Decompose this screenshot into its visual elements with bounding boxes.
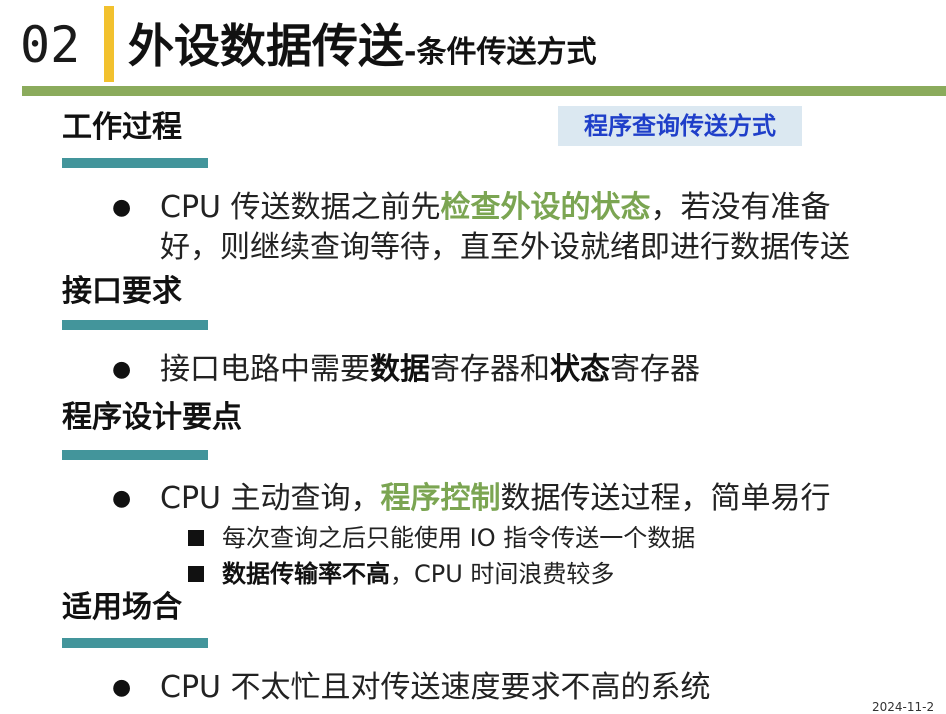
heading-underline — [62, 638, 208, 648]
text-span: CPU 传送数据之前先 — [160, 190, 441, 225]
heading-underline — [62, 158, 208, 168]
bullet-text: CPU 不太忙且对传送速度要求不高的系统 — [160, 670, 711, 705]
header-rule — [22, 86, 946, 96]
bullet-dot: ● — [112, 486, 132, 511]
heading-program-design: 程序设计要点 — [62, 400, 242, 435]
page-title: 外设数据传送-条件传送方式 — [128, 6, 596, 86]
bullet-dot: ● — [112, 357, 132, 382]
method-tag: 程序查询传送方式 — [558, 106, 802, 146]
heading-interface-requirements: 接口要求 — [62, 274, 182, 309]
bold-text: 数据 — [370, 352, 430, 387]
bullet-text-continued: 好，则继续查询等待，直至外设就绪即进行数据传送 — [160, 230, 850, 265]
text-span: 寄存器和 — [430, 352, 550, 387]
slide-date: 2024-11-2 — [872, 700, 935, 714]
bullet-dot: ● — [112, 195, 132, 220]
text-span: ，若没有准备 — [650, 190, 831, 225]
highlight-text: 检查外设的状态 — [440, 190, 651, 225]
text-span: 接口电路中需要 — [160, 352, 370, 387]
section-number: 02 — [20, 16, 81, 74]
text-span: 寄存器 — [610, 352, 700, 387]
title-subtitle: 条件传送方式 — [416, 35, 597, 70]
text-span: CPU 主动查询， — [160, 481, 381, 516]
heading-work-process: 工作过程 — [62, 110, 182, 145]
sub-bullet-square — [188, 566, 204, 582]
sub-bullet-text: 每次查询之后只能使用 IO 指令传送一个数据 — [222, 524, 696, 552]
bullet-dot: ● — [112, 675, 132, 700]
sub-bullet-square — [188, 530, 204, 546]
bullet-text: CPU 传送数据之前先检查外设的状态，若没有准备 — [160, 188, 831, 228]
sub-bullet-text: 数据传输率不高，CPU 时间浪费较多 — [222, 558, 614, 590]
bullet-text: CPU 主动查询，程序控制数据传送过程，简单易行 — [160, 479, 831, 519]
heading-underline — [62, 450, 208, 460]
text-span: ，CPU 时间浪费较多 — [390, 560, 615, 588]
bullet-text: 接口电路中需要数据寄存器和状态寄存器 — [160, 350, 700, 390]
bold-text: 状态 — [550, 352, 610, 387]
bold-text: 数据传输率不高 — [222, 560, 390, 588]
highlight-text: 程序控制 — [380, 481, 501, 516]
title-accent-bar — [104, 6, 114, 82]
title-dash: - — [404, 35, 417, 70]
title-main: 外设数据传送 — [128, 19, 404, 73]
text-span: 数据传送过程，简单易行 — [500, 481, 831, 516]
heading-applicable-scenarios: 适用场合 — [62, 590, 182, 625]
heading-underline — [62, 320, 208, 330]
